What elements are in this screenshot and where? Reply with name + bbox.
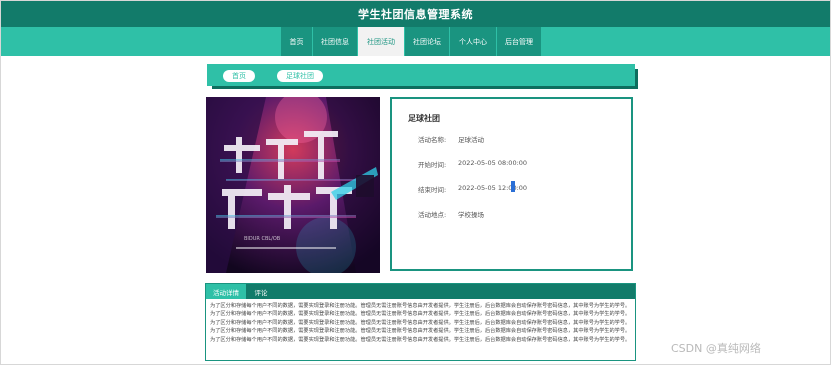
field-value-name: 足球活动 bbox=[458, 136, 484, 144]
tab-label: 评论 bbox=[254, 288, 268, 297]
watermark: CSDN @真纯网络 bbox=[671, 342, 761, 355]
field-value-location: 学校操场 bbox=[458, 211, 484, 219]
tab-comments[interactable]: 评论 bbox=[248, 284, 274, 299]
nav-item-forum[interactable]: 社团论坛 bbox=[404, 27, 449, 56]
nav-label: 社团论坛 bbox=[413, 37, 441, 46]
text-cursor-marker bbox=[511, 181, 515, 192]
breadcrumb: 首页 足球社团 bbox=[207, 64, 635, 86]
field-label-start: 开始时间: bbox=[418, 161, 447, 169]
field-label-name: 活动名称: bbox=[418, 136, 447, 144]
breadcrumb-label: 首页 bbox=[232, 72, 246, 80]
activity-poster: BIDUR CBL/OB bbox=[206, 97, 380, 273]
nav-item-home[interactable]: 首页 bbox=[280, 27, 312, 56]
field-label-end: 结束时间: bbox=[418, 186, 447, 194]
app-title: 学生社团信息管理系统 bbox=[358, 8, 473, 21]
field-value-start: 2022-05-05 08:00:00 bbox=[458, 159, 528, 167]
field-label-location: 活动地点: bbox=[418, 211, 447, 219]
tab-header: 活动详情 评论 bbox=[206, 284, 635, 299]
tab-label: 活动详情 bbox=[213, 288, 239, 297]
tab-activity-details[interactable]: 活动详情 bbox=[206, 284, 246, 299]
nav-label: 首页 bbox=[289, 37, 304, 46]
nav-label: 社团信息 bbox=[321, 37, 349, 46]
nav-label: 后台管理 bbox=[505, 37, 533, 46]
nav-label: 社团活动 bbox=[367, 37, 395, 46]
field-value-end: 2022-05-05 12:00:00 bbox=[458, 184, 528, 192]
nav-item-admin[interactable]: 后台管理 bbox=[496, 27, 541, 56]
nav-menu: 首页 社团信息 社团活动 社团论坛 个人中心 后台管理 bbox=[280, 27, 541, 56]
breadcrumb-home[interactable]: 首页 bbox=[223, 70, 255, 82]
breadcrumb-label: 足球社团 bbox=[286, 72, 314, 80]
tab-content-text: 为了区分和存储每个用户不同的数据，需要实现登录和注册功能。管理员无需注册账号信息… bbox=[210, 303, 631, 343]
detail-tabs: 活动详情 评论 为了区分和存储每个用户不同的数据，需要实现登录和注册功能。管理员… bbox=[205, 283, 636, 361]
detail-title: 足球社团 bbox=[408, 114, 440, 123]
app-title-bar: 学生社团信息管理系统 bbox=[1, 1, 830, 27]
breadcrumb-club[interactable]: 足球社团 bbox=[277, 70, 323, 82]
nav-item-clubs[interactable]: 社团信息 bbox=[312, 27, 357, 56]
poster-caption: BIDUR CBL/OB bbox=[244, 236, 281, 242]
main-nav: 首页 社团信息 社团活动 社团论坛 个人中心 后台管理 bbox=[1, 27, 830, 56]
activity-detail-card: 足球社团 活动名称: 足球活动 开始时间: 2022-05-05 08:00:0… bbox=[390, 97, 633, 271]
poster-image: BIDUR CBL/OB bbox=[206, 97, 380, 273]
nav-item-activities[interactable]: 社团活动 bbox=[357, 27, 404, 56]
nav-label: 个人中心 bbox=[459, 37, 487, 46]
nav-item-profile[interactable]: 个人中心 bbox=[449, 27, 496, 56]
